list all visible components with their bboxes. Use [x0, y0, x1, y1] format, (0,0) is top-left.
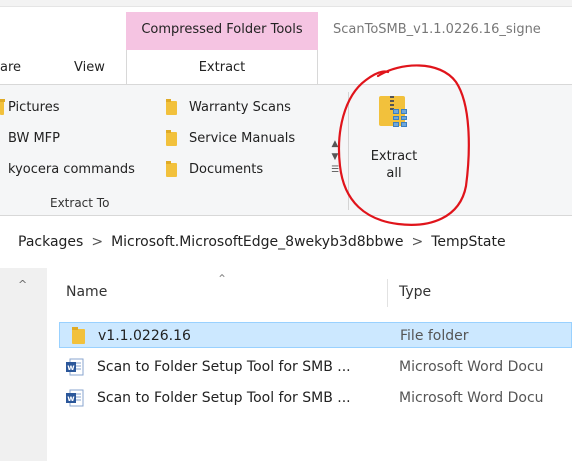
word-doc-icon: w	[66, 389, 84, 407]
svg-text:w: w	[67, 394, 75, 403]
breadcrumb-separator[interactable]: >	[83, 234, 111, 250]
breadcrumb-microsoft-edge[interactable]: Microsoft.MicrosoftEdge_8wekyb3d8bbwe	[111, 234, 403, 250]
red-annotation-circle	[337, 64, 470, 226]
tab-share[interactable]: are	[0, 60, 21, 75]
folder-icon	[72, 327, 85, 344]
file-name: Scan to Folder Setup Tool for SMB ...	[97, 390, 351, 406]
tab-view[interactable]: View	[74, 60, 105, 75]
file-type: Microsoft Word Docu	[399, 359, 544, 375]
extract-to-warranty-scans[interactable]: Warranty Scans	[189, 100, 291, 115]
column-divider[interactable]	[387, 279, 388, 307]
folder-icon	[166, 161, 177, 177]
window-top-strip	[0, 0, 572, 7]
extract-to-pictures[interactable]: Pictures	[8, 100, 59, 115]
window-title: ScanToSMB_v1.1.0226.16_signe	[333, 22, 541, 37]
folder-icon	[166, 99, 177, 115]
breadcrumb-tempstate[interactable]: TempState	[431, 234, 505, 250]
sort-ascending-icon: ⌃	[217, 272, 228, 286]
extract-to-kyocera-commands[interactable]: kyocera commands	[8, 162, 135, 177]
file-type: File folder	[400, 328, 469, 344]
pictures-icon	[0, 99, 5, 115]
file-name: v1.1.0226.16	[98, 328, 191, 344]
chevron-up-icon[interactable]: ^	[18, 278, 27, 291]
breadcrumb: Packages > Microsoft.MicrosoftEdge_8wekyb3…	[18, 234, 506, 250]
file-row-word-doc[interactable]: w Scan to Folder Setup Tool for SMB ... …	[59, 354, 572, 380]
extract-to-service-manuals[interactable]: Service Manuals	[189, 131, 295, 146]
extract-to-documents[interactable]: Documents	[189, 162, 263, 177]
svg-text:w: w	[67, 363, 75, 372]
folder-icon	[166, 130, 177, 146]
file-row-folder[interactable]: v1.1.0226.16 File folder	[59, 322, 572, 348]
navigation-pane[interactable]	[0, 268, 47, 461]
file-type: Microsoft Word Docu	[399, 390, 544, 406]
column-header-name[interactable]: Name	[66, 284, 107, 300]
tab-extract-label: Extract	[198, 60, 246, 75]
context-tab-label: Compressed Folder Tools	[141, 22, 303, 37]
word-doc-icon: w	[66, 358, 84, 376]
file-row-word-doc[interactable]: w Scan to Folder Setup Tool for SMB ... …	[59, 385, 572, 411]
column-header-type[interactable]: Type	[399, 284, 431, 300]
group-label-extract-to: Extract To	[50, 196, 110, 210]
breadcrumb-packages[interactable]: Packages	[18, 234, 83, 250]
extract-to-bw-mfp[interactable]: BW MFP	[8, 131, 60, 146]
file-name: Scan to Folder Setup Tool for SMB ...	[97, 359, 351, 375]
breadcrumb-separator[interactable]: >	[403, 234, 431, 250]
